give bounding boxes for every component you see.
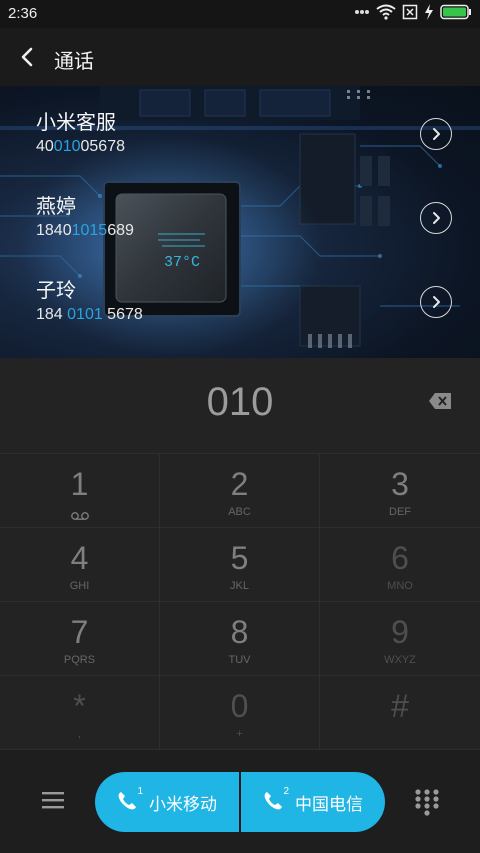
key-letters: MNO [387, 580, 413, 592]
contact-match-row[interactable]: 燕婷 18401015689 [36, 190, 452, 250]
page-title: 通话 [54, 51, 94, 73]
status-bar: 2:36 [0, 0, 480, 28]
contact-match-row[interactable]: 小米客服 4001005678 [36, 106, 452, 166]
contact-detail-chevron-icon[interactable] [420, 286, 452, 318]
key-digit: 9 [391, 614, 409, 650]
key-letters: ABC [228, 506, 251, 518]
key-letters: TUV [228, 654, 251, 666]
contact-name: 燕婷 [36, 196, 76, 218]
sim2-number-badge: 2 [283, 786, 289, 797]
key-4[interactable]: 4 GHI [0, 528, 160, 602]
sim1-carrier-label: 小米移动 [149, 794, 217, 814]
app-header: 通话 [0, 28, 480, 86]
contact-number: 184 0101 5678 [36, 306, 143, 323]
notification-dots-icon [354, 9, 370, 15]
sim-disabled-icon [402, 4, 418, 20]
dialpad-toggle-icon[interactable] [414, 788, 440, 816]
key-star[interactable]: * , [0, 676, 160, 750]
call-sim1-button[interactable]: 1 小米移动 [95, 772, 239, 832]
sim2-carrier-label: 中国电信 [295, 794, 363, 814]
sim1-number-badge: 1 [137, 786, 143, 797]
key-digit: 1 [70, 466, 89, 502]
key-digit: 4 [70, 540, 89, 576]
key-1[interactable]: 1 [0, 454, 160, 528]
status-time: 2:36 [8, 5, 38, 22]
key-digit: 2 [230, 466, 249, 502]
phone-sim1-icon: 1 [117, 786, 143, 813]
key-hash[interactable]: # [320, 676, 480, 750]
contact-match-row[interactable]: 子玲 184 0101 5678 [36, 274, 452, 334]
key-letters: + [236, 728, 243, 740]
key-2[interactable]: 2 ABC [160, 454, 320, 528]
key-5[interactable]: 5 JKL [160, 528, 320, 602]
key-0[interactable]: 0 + [160, 676, 320, 750]
wifi-icon [376, 4, 396, 20]
contact-detail-chevron-icon[interactable] [420, 118, 452, 150]
charging-icon [424, 4, 434, 20]
key-letters: GHI [69, 580, 90, 592]
phone-sim2-icon: 2 [263, 786, 289, 813]
dialed-number-display: 010 [0, 358, 480, 454]
bottom-action-bar: 1 小米移动 2 中国电信 [0, 750, 480, 853]
key-3[interactable]: 3 DEF [320, 454, 480, 528]
call-sim2-button[interactable]: 2 中国电信 [239, 772, 385, 832]
key-letters: WXYZ [384, 654, 416, 666]
battery-icon [440, 4, 472, 20]
key-7[interactable]: 7 PQRS [0, 602, 160, 676]
contact-number: 18401015689 [36, 222, 134, 239]
key-digit: 5 [230, 540, 249, 576]
key-6[interactable]: 6 MNO [320, 528, 480, 602]
chip-temperature-readout: 37°C [164, 254, 200, 271]
dialed-digits: 010 [206, 380, 274, 424]
key-digit: # [391, 688, 409, 724]
key-letters: DEF [389, 506, 411, 518]
key-8[interactable]: 8 TUV [160, 602, 320, 676]
menu-icon[interactable] [42, 790, 64, 810]
key-digit: 6 [391, 540, 409, 576]
key-digit: 8 [230, 614, 249, 650]
backspace-icon[interactable] [428, 392, 452, 410]
voicemail-icon [70, 508, 90, 520]
key-letters: PQRS [63, 654, 96, 666]
key-digit: 3 [391, 466, 409, 502]
key-9[interactable]: 9 WXYZ [320, 602, 480, 676]
contact-matches-panel: 37°C 小米客服 4001005678 燕婷 18401015689 子玲 1… [0, 86, 480, 358]
dial-keypad: 1 2 ABC 3 DEF 4 GHI 5 JKL 6 MNO 7 PQRS 8… [0, 454, 480, 750]
contact-name: 子玲 [36, 280, 76, 302]
key-digit: 7 [70, 614, 89, 650]
call-buttons-group: 1 小米移动 2 中国电信 [95, 772, 385, 832]
back-icon[interactable] [14, 43, 42, 71]
contact-detail-chevron-icon[interactable] [420, 202, 452, 234]
contact-name: 小米客服 [36, 112, 116, 134]
key-letters: , [77, 728, 82, 740]
key-digit: 0 [230, 688, 249, 724]
key-letters: JKL [230, 580, 249, 592]
contact-number: 4001005678 [36, 138, 125, 155]
key-digit: * [73, 688, 86, 724]
